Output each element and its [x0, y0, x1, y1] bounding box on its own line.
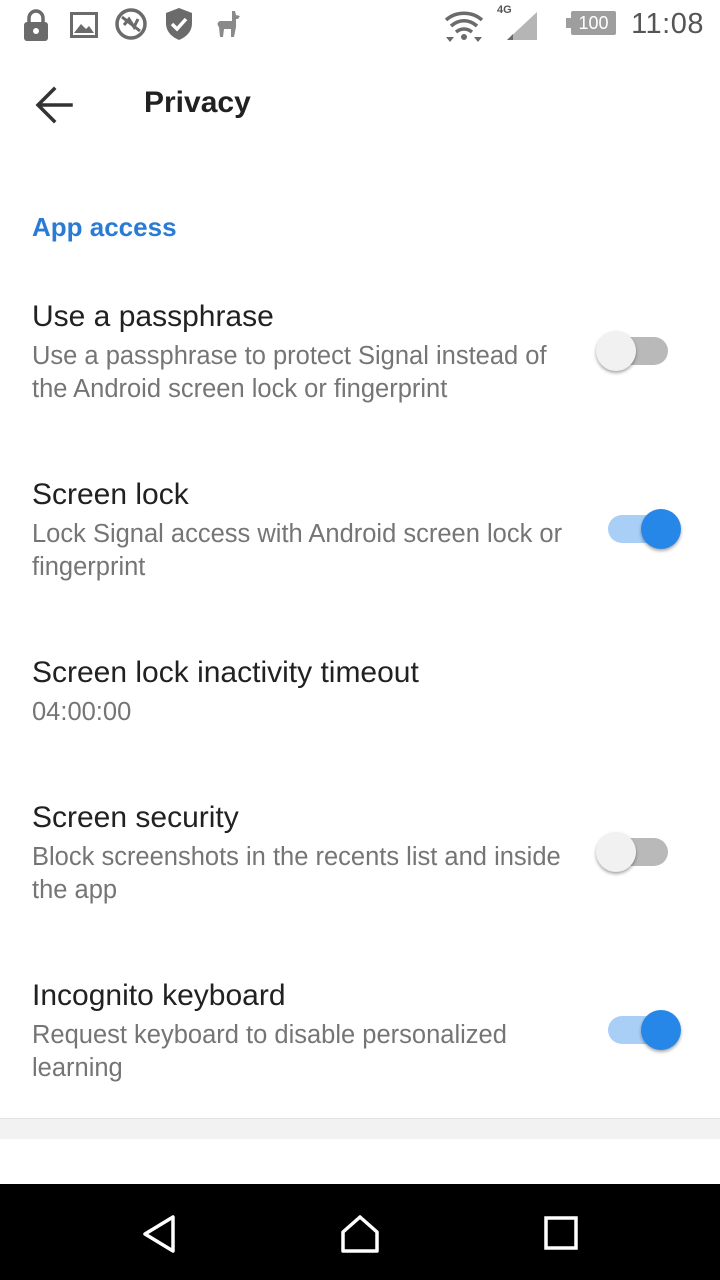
pref-summary: Block screenshots in the recents list an… — [32, 843, 561, 904]
lock-icon — [22, 8, 50, 47]
back-triangle-icon — [140, 1215, 180, 1258]
screen-lock-toggle[interactable] — [603, 509, 681, 549]
nav-recents-button[interactable] — [542, 1214, 582, 1254]
pref-summary: Request keyboard to disable personalized… — [32, 1021, 507, 1082]
shield-icon — [164, 7, 194, 46]
pref-summary: 04:00:00 — [32, 698, 132, 726]
pref-screen-security[interactable]: Screen security Block screenshots in the… — [0, 801, 720, 921]
switch-thumb — [641, 509, 681, 549]
nav-home-button[interactable] — [340, 1214, 380, 1254]
battery-icon: 100 — [566, 11, 616, 35]
switch-thumb — [596, 832, 636, 872]
llama-icon — [214, 9, 242, 44]
pref-screen-lock[interactable]: Screen lock Lock Signal access with Andr… — [0, 478, 720, 598]
cell-signal-icon — [505, 12, 537, 45]
pref-title: Screen security — [32, 801, 239, 834]
toolbar: Privacy — [0, 56, 720, 156]
pref-title: Screen lock inactivity timeout — [32, 656, 419, 689]
page-title: Privacy — [144, 86, 251, 119]
section-header-app-access: App access — [32, 212, 177, 242]
wifi-icon — [444, 10, 484, 47]
screen-security-toggle[interactable] — [596, 832, 673, 872]
home-icon — [340, 1215, 380, 1258]
passphrase-toggle[interactable] — [596, 331, 673, 371]
pref-screen-lock-timeout[interactable]: Screen lock inactivity timeout 04:00:00 — [0, 656, 720, 746]
section-divider — [0, 1118, 720, 1139]
switch-thumb — [596, 331, 636, 371]
arrow-left-icon — [25, 86, 85, 140]
globe-block-icon — [114, 7, 148, 46]
pref-use-passphrase[interactable]: Use a passphrase Use a passphrase to pro… — [0, 300, 720, 420]
back-button[interactable] — [25, 76, 85, 136]
pref-incognito-keyboard[interactable]: Incognito keyboard Request keyboard to d… — [0, 979, 720, 1099]
recents-icon — [542, 1216, 582, 1258]
pref-title: Screen lock — [32, 478, 189, 511]
switch-thumb — [641, 1010, 681, 1050]
image-icon — [70, 12, 98, 43]
battery-level: 100 — [571, 11, 616, 35]
pref-summary: Use a passphrase to protect Signal inste… — [32, 342, 547, 403]
navigation-bar — [0, 1184, 720, 1280]
incognito-keyboard-toggle[interactable] — [603, 1010, 681, 1050]
pref-title: Incognito keyboard — [32, 979, 286, 1012]
nav-back-button[interactable] — [140, 1214, 180, 1254]
clock: 11:08 — [631, 8, 704, 40]
pref-title: Use a passphrase — [32, 300, 274, 333]
status-bar: 4G 100 11:08 — [0, 0, 720, 50]
pref-summary: Lock Signal access with Android screen l… — [32, 520, 563, 581]
